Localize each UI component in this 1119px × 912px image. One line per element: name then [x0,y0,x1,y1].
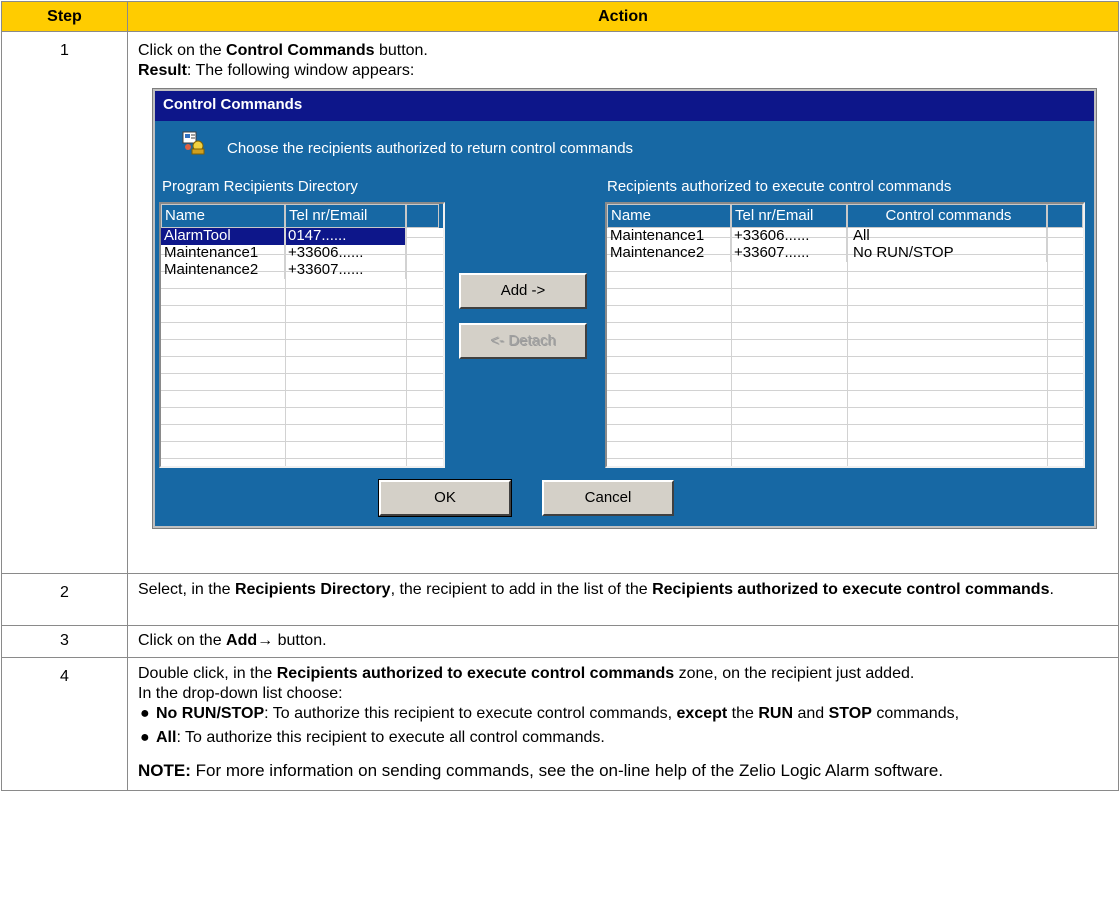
list-item[interactable]: Maintenance1 +33606...... [161,245,443,262]
column-divider [731,228,732,466]
text: Click on the [138,632,227,649]
text: Double click, in the [138,665,277,682]
instruction-line: Click on the Control Commands button. [138,41,1108,61]
control-commands-dialog: Control Commands Choose the recipients a… [152,88,1097,529]
table-row: 2 Select, in the Recipients Directory, t… [1,573,1119,626]
text: commands, [871,705,960,722]
bold-text: Add→ [226,632,274,649]
header-step: Step [1,1,128,32]
list-item[interactable]: Maintenance1 +33606...... All [607,228,1083,245]
list-item[interactable]: AlarmTool 0147...... [161,228,443,245]
cell-name: Maintenance2 [161,262,285,279]
right-pane-label: Recipients authorized to execute control… [607,178,952,195]
column-header-blank [1047,204,1083,228]
bullet-icon: ● [140,705,150,722]
column-header-tel[interactable]: Tel nr/Email [285,204,406,228]
cell-tel: +33607...... [285,262,406,279]
cell-control-commands[interactable]: All [847,228,1047,245]
recipients-directory-list[interactable]: Name Tel nr/Email AlarmTool 0147...... M… [159,202,445,468]
text: button. [273,632,327,649]
text: the [727,705,759,722]
column-divider [1047,228,1048,466]
cell-name: AlarmTool [161,228,285,245]
text: Click on the [138,42,227,59]
bold-text: except [676,705,728,722]
bold-text: All [156,729,177,746]
text: : To authorize this recipient to execute… [264,705,677,722]
step-action: Click on the Control Commands button. Re… [127,31,1119,574]
text: zone, on the recipient just added. [674,665,915,682]
header-action: Action [127,1,1119,32]
text: button. [374,42,428,59]
list-item[interactable]: Maintenance2 +33607...... [161,262,443,279]
column-divider [406,228,407,466]
dialog-title: Control Commands [155,91,1094,121]
text: : The following window appears: [186,62,415,79]
cell-tel: +33606...... [285,245,406,262]
bold-text: RUN [758,705,794,722]
cell-name: Maintenance1 [161,245,285,262]
cell-tel: 0147...... [285,228,406,245]
column-divider [847,228,848,466]
bold-text: Control Commands [226,42,375,59]
table-row: 4 Double click, in the Recipients author… [1,657,1119,791]
step-action: Select, in the Recipients Directory, the… [127,573,1119,626]
table-row: 3 Click on the Add→ button. [1,625,1119,658]
instruction-line: Double click, in the Recipients authoriz… [138,664,1108,684]
note-label: NOTE: [138,761,191,780]
text: : To authorize this recipient to execute… [176,729,605,746]
list-header: Name Tel nr/Email [161,204,443,228]
note: NOTE: For more information on sending co… [138,760,1108,782]
bullet-item: ● All: To authorize this recipient to ex… [138,728,1108,748]
text: Select, in the [138,581,235,598]
bold-text: Recipients Directory [234,581,391,598]
left-pane-label: Program Recipients Directory [162,178,358,195]
text: and [793,705,829,722]
text: For more information on sending commands… [190,761,944,780]
table-row: 1 Click on the Control Commands button. … [1,31,1119,574]
bold-text: No RUN/STOP [156,705,265,722]
column-header-tel[interactable]: Tel nr/Email [731,204,847,228]
cell-name: Maintenance2 [607,245,731,262]
list-header: Name Tel nr/Email Control commands [607,204,1083,228]
bold-text: Recipients authorized to execute control… [652,581,1050,598]
column-header-blank [406,204,439,228]
column-header-control-commands[interactable]: Control commands [847,204,1047,228]
ok-button[interactable]: OK [378,479,512,517]
cell-tel: +33607...... [731,245,847,262]
add-button[interactable]: Add -> [459,273,587,309]
cell-control-commands[interactable]: No RUN/STOP [847,245,1047,262]
column-header-name[interactable]: Name [161,204,285,228]
text: , the recipient to add in the list of th… [390,581,653,598]
bold-text: Result [138,62,187,79]
table-header-row: Step Action [1,1,1119,32]
dialog-message: Choose the recipients authorized to retu… [227,140,634,157]
cell-tel: +33606...... [731,228,847,245]
detach-button[interactable]: <- Detach [459,323,587,359]
step-number: 1 [1,31,128,574]
step-number: 3 [1,625,128,658]
cell-name: Maintenance1 [607,228,731,245]
bold-text: Recipients authorized to execute control… [276,665,675,682]
recipients-icon [182,131,205,155]
column-divider [285,228,286,466]
step-number: 4 [1,657,128,791]
bullet-icon: ● [140,729,150,746]
result-line: Result: The following window appears: [138,61,1108,81]
text: . [1049,581,1054,598]
steps-table: Step Action 1 Click on the Control Comma… [1,1,1119,791]
bullet-item: ● No RUN/STOP: To authorize this recipie… [138,704,1108,724]
authorized-recipients-list[interactable]: Name Tel nr/Email Control commands Maint… [605,202,1085,468]
step-number: 2 [1,573,128,626]
cancel-button[interactable]: Cancel [542,480,674,516]
list-item[interactable]: Maintenance2 +33607...... No RUN/STOP [607,245,1083,262]
column-header-name[interactable]: Name [607,204,731,228]
step-action: Double click, in the Recipients authoriz… [127,657,1119,791]
instruction-line: In the drop-down list choose: [138,685,343,702]
step-action: Click on the Add→ button. [127,625,1119,658]
bold-text: STOP [828,705,872,722]
